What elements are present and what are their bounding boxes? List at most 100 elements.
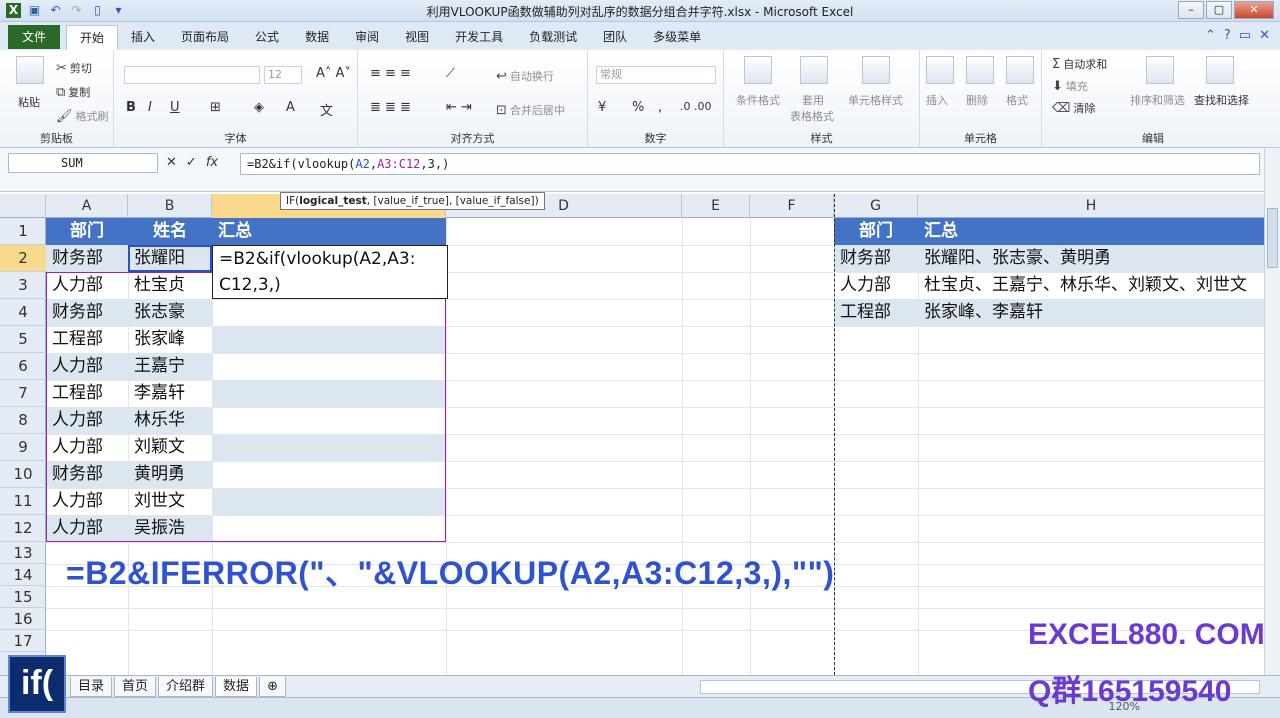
dept-cell[interactable]: 人力部: [46, 434, 128, 461]
indent-icon[interactable]: ⇤ ⇥: [446, 100, 472, 115]
restore-window-icon[interactable]: ▭: [1239, 28, 1251, 43]
merge-center-button[interactable]: ⊡ 合并后居中: [496, 102, 565, 118]
dept-cell[interactable]: 财务部: [46, 245, 128, 272]
conditional-format-icon[interactable]: [744, 56, 772, 84]
vertical-scrollbar[interactable]: [1264, 148, 1280, 675]
name-cell[interactable]: 张耀阳: [128, 245, 212, 272]
row-header[interactable]: 8: [0, 407, 46, 434]
dept-cell[interactable]: 工程部: [46, 380, 128, 407]
tab-developer[interactable]: 开发工具: [442, 25, 516, 50]
col-header-a[interactable]: A: [46, 194, 128, 218]
header-cell-name[interactable]: 姓名: [128, 218, 212, 245]
bold-button[interactable]: B: [126, 100, 136, 115]
collapse-ribbon-icon[interactable]: ⌃: [1205, 28, 1216, 43]
col-header-g[interactable]: G: [834, 194, 918, 218]
decimal-icon[interactable]: .0 .00: [680, 100, 712, 113]
autosum-button[interactable]: Σ 自动求和: [1052, 56, 1107, 72]
row-header[interactable]: 4: [0, 299, 46, 326]
summary-cell[interactable]: [212, 434, 446, 461]
fill-color-icon[interactable]: ◈: [254, 100, 264, 115]
row-header[interactable]: 9: [0, 434, 46, 461]
row-header[interactable]: 11: [0, 488, 46, 515]
tab-team[interactable]: 团队: [590, 25, 640, 50]
name-cell[interactable]: 张家峰: [128, 326, 212, 353]
sheet-tab-data[interactable]: 数据: [215, 677, 258, 697]
border-icon[interactable]: ⊞: [210, 100, 221, 115]
orientation-icon[interactable]: ⟋: [446, 66, 455, 81]
currency-icon[interactable]: ¥: [598, 100, 606, 115]
tab-page-layout[interactable]: 页面布局: [168, 25, 242, 50]
font-color-icon[interactable]: A: [286, 100, 295, 115]
insert-cells-button[interactable]: 插入: [926, 92, 948, 108]
percent-button[interactable]: %: [632, 100, 644, 115]
row-header[interactable]: 6: [0, 353, 46, 380]
summary-cell[interactable]: [212, 380, 446, 407]
close-button[interactable]: ✕: [1234, 1, 1274, 19]
comma-button[interactable]: ,: [658, 100, 662, 115]
close-workbook-icon[interactable]: ✕: [1259, 28, 1270, 43]
grow-font-icon[interactable]: A˄ A˅: [316, 66, 351, 81]
format-painter-button[interactable]: 🖌 格式刷: [56, 108, 109, 124]
help-icon[interactable]: ?: [1224, 28, 1231, 43]
table-format-label-1[interactable]: 套用: [802, 92, 824, 108]
row-header[interactable]: 2: [0, 245, 46, 272]
insert-cells-icon[interactable]: [926, 56, 954, 84]
sheet-tab-intro[interactable]: 介绍群: [158, 677, 214, 697]
summary-cell[interactable]: [212, 407, 446, 434]
dept-cell[interactable]: 财务部: [46, 299, 128, 326]
name-cell[interactable]: 王嘉宁: [128, 353, 212, 380]
dept-cell[interactable]: 人力部: [46, 488, 128, 515]
col-header-f[interactable]: F: [750, 194, 834, 218]
customize-toolbar-icon[interactable]: ▾: [111, 3, 126, 18]
summary-cell[interactable]: [212, 488, 446, 515]
vertical-scroll-thumb[interactable]: [1267, 208, 1278, 268]
tab-insert[interactable]: 插入: [118, 25, 168, 50]
dept-cell[interactable]: 人力部: [46, 272, 128, 299]
clear-button[interactable]: ⌫ 清除: [1052, 100, 1095, 116]
format-cells-button[interactable]: 格式: [1006, 92, 1028, 108]
row-header[interactable]: 1: [0, 218, 46, 245]
dept-cell[interactable]: 人力部: [46, 515, 128, 542]
right-header-dept[interactable]: 部门: [834, 218, 918, 245]
name-cell[interactable]: 林乐华: [128, 407, 212, 434]
summary-cell[interactable]: [212, 353, 446, 380]
maximize-button[interactable]: ▢: [1206, 1, 1232, 19]
right-dept-cell[interactable]: 人力部: [834, 272, 918, 299]
enter-icon[interactable]: ✓: [186, 153, 197, 173]
tab-data[interactable]: 数据: [292, 25, 342, 50]
dept-cell[interactable]: 人力部: [46, 353, 128, 380]
name-cell[interactable]: 刘世文: [128, 488, 212, 515]
header-cell-summary[interactable]: 汇总: [212, 218, 446, 245]
tab-home[interactable]: 开始: [66, 25, 119, 50]
row-header[interactable]: 5: [0, 326, 46, 353]
summary-cell[interactable]: [212, 326, 446, 353]
conditional-format-button[interactable]: 条件格式: [736, 92, 780, 108]
wrap-text-button[interactable]: ↩ 自动换行: [496, 68, 554, 84]
redo-icon[interactable]: ↷: [69, 3, 84, 18]
row-header[interactable]: 17: [0, 630, 46, 652]
name-cell[interactable]: 杜宝贞: [128, 272, 212, 299]
align-left-icon[interactable]: ≣ ≣ ≣: [370, 100, 411, 115]
right-summary-cell[interactable]: 杜宝贞、王嘉宁、林乐华、刘颖文、刘世文: [918, 272, 1264, 299]
name-cell[interactable]: 李嘉轩: [128, 380, 212, 407]
dept-cell[interactable]: 财务部: [46, 461, 128, 488]
row-header[interactable]: 3: [0, 272, 46, 299]
fill-button[interactable]: ⬇ 填充: [1052, 78, 1088, 94]
tab-review[interactable]: 审阅: [342, 25, 392, 50]
right-summary-cell[interactable]: 张耀阳、张志豪、黄明勇: [918, 245, 1264, 272]
cell-style-icon[interactable]: [862, 56, 890, 84]
right-dept-cell[interactable]: 工程部: [834, 299, 918, 326]
sheet-tab-contents[interactable]: 目录: [70, 677, 113, 697]
table-format-label-2[interactable]: 表格格式: [790, 108, 834, 124]
col-header-h[interactable]: H: [918, 194, 1264, 218]
copy-button[interactable]: ⧉ 复制: [56, 84, 90, 100]
delete-cells-button[interactable]: 删除: [966, 92, 988, 108]
paste-icon[interactable]: [16, 56, 44, 84]
row-header[interactable]: 7: [0, 380, 46, 407]
sort-filter-icon[interactable]: [1146, 56, 1174, 84]
align-top-icon[interactable]: ≡ ≡ ≡: [370, 66, 411, 81]
name-box[interactable]: SUM: [8, 153, 158, 173]
row-header[interactable]: 10: [0, 461, 46, 488]
insert-function-icon[interactable]: fx: [206, 153, 218, 173]
col-header-e[interactable]: E: [682, 194, 750, 218]
